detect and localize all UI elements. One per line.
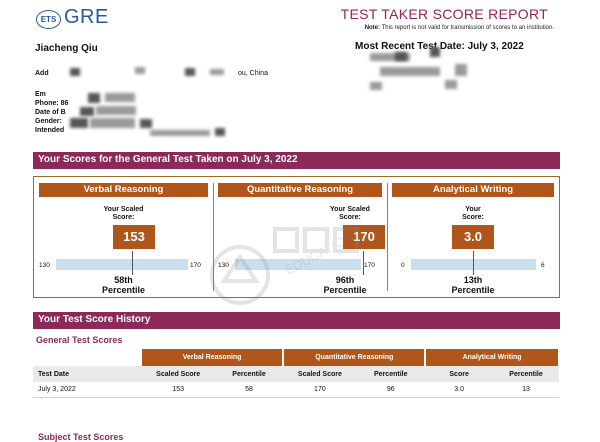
gre-logo: GRE xyxy=(64,6,109,28)
verbal-score-label: Your Scaled Score: xyxy=(36,206,211,222)
intended-label: Intended xyxy=(35,127,65,134)
scores-banner-text: Your Scores for the General Test Taken o… xyxy=(38,154,298,165)
group-quant: Quantitative Reasoning xyxy=(283,349,427,366)
table-row: July 3, 2022 153 58 170 96 3.0 13 xyxy=(33,382,559,398)
column-header: Scaled Score xyxy=(141,366,215,382)
quant-label-line2: Score: xyxy=(339,214,361,221)
table-group-header: Verbal Reasoning Quantitative Reasoning … xyxy=(33,349,560,366)
scores-banner: Your Scores for the General Test Taken o… xyxy=(33,152,560,169)
taker-name: Jiacheng Qiu xyxy=(35,43,98,54)
writing-scale-max: 6 xyxy=(541,262,545,269)
verbal-scale-min: 130 xyxy=(39,262,50,269)
quant-score-label: Your Scaled Score: xyxy=(315,206,385,222)
writing-scale-min: 0 xyxy=(401,262,405,269)
writing-score-marker xyxy=(473,251,474,275)
table-cell: 153 xyxy=(141,382,215,398)
writing-percentile-label: Percentile xyxy=(451,285,495,295)
table-cell: 3.0 xyxy=(425,382,494,398)
quant-heading: Quantitative Reasoning xyxy=(218,183,382,197)
note-label: Note: xyxy=(364,25,381,31)
quant-score-box: 170 xyxy=(343,225,385,249)
quant-percentile-label: Percentile xyxy=(323,285,367,295)
table-cell: 13 xyxy=(493,382,559,398)
report-title: TEST TAKER SCORE REPORT xyxy=(340,6,548,22)
writing-percentile: 13th xyxy=(463,275,483,285)
verbal-percentile: 58th xyxy=(114,275,133,285)
writing-label-line1: Your xyxy=(465,206,481,213)
verbal-percentile-label: Percentile xyxy=(101,285,146,295)
dob-label: Date of B xyxy=(35,109,66,116)
verbal-label-line2: Score: xyxy=(112,214,135,221)
writing-score-label: Your Score: xyxy=(389,206,557,222)
verbal-score-box: 153 xyxy=(113,225,155,249)
quant-score-bar xyxy=(235,259,361,270)
panel-divider xyxy=(387,183,388,291)
column-header: Percentile xyxy=(493,366,559,382)
writing-panel: Analytical Writing Your Score: 3.0 0 6 1… xyxy=(389,179,557,296)
quant-percentile: 96th xyxy=(335,275,355,285)
history-banner-text: Your Test Score History xyxy=(38,314,151,325)
quant-scale-max: 170 xyxy=(364,262,375,269)
quant-score-marker xyxy=(363,251,364,275)
score-panels: Verbal Reasoning Your Scaled Score: 153 … xyxy=(33,176,560,298)
table-cell: July 3, 2022 xyxy=(33,382,142,398)
quant-label-line1: Your Scaled xyxy=(330,206,370,213)
quant-panel: Quantitative Reasoning Your Scaled Score… xyxy=(215,179,385,296)
history-banner: Your Test Score History xyxy=(33,312,560,329)
table-column-header: Test Date Scaled Score Percentile Scaled… xyxy=(33,366,559,382)
report-note: Note: This report is not valid for trans… xyxy=(365,25,554,31)
verbal-panel: Verbal Reasoning Your Scaled Score: 153 … xyxy=(36,179,211,296)
verbal-label-line1: Your Scaled xyxy=(103,206,144,213)
verbal-score-bar xyxy=(56,259,188,270)
group-verbal: Verbal Reasoning xyxy=(141,349,285,366)
general-heading: General Test Scores xyxy=(36,335,123,345)
column-header: Score xyxy=(425,366,494,382)
writing-label-line2: Score: xyxy=(462,214,484,221)
verbal-scale-max: 170 xyxy=(190,262,201,269)
ets-logo: ETS xyxy=(36,10,61,29)
table-cell: 96 xyxy=(356,382,426,398)
column-header: Test Date xyxy=(33,366,142,382)
email-label: Em xyxy=(35,91,46,98)
phone-label: Phone: 86 xyxy=(35,100,69,107)
column-header: Scaled Score xyxy=(283,366,357,382)
table-cell: 170 xyxy=(283,382,357,398)
address-label: Add xyxy=(35,70,49,77)
table-cell: 58 xyxy=(214,382,284,398)
table-blank-cell xyxy=(33,349,142,366)
writing-score-box: 3.0 xyxy=(452,225,494,249)
score-history-table: Verbal Reasoning Quantitative Reasoning … xyxy=(33,349,560,398)
column-header: Percentile xyxy=(356,366,426,382)
gender-label: Gender: xyxy=(35,118,62,125)
verbal-heading: Verbal Reasoning xyxy=(39,183,208,197)
panel-divider xyxy=(213,183,214,291)
column-header: Percentile xyxy=(214,366,284,382)
note-text: This report is not valid for transmissio… xyxy=(381,25,554,31)
writing-heading: Analytical Writing xyxy=(392,183,554,197)
quant-scale-min: 130 xyxy=(218,262,229,269)
verbal-score-marker xyxy=(132,251,133,275)
group-writing: Analytical Writing xyxy=(425,349,560,366)
address-tail: ou, China xyxy=(238,70,268,77)
